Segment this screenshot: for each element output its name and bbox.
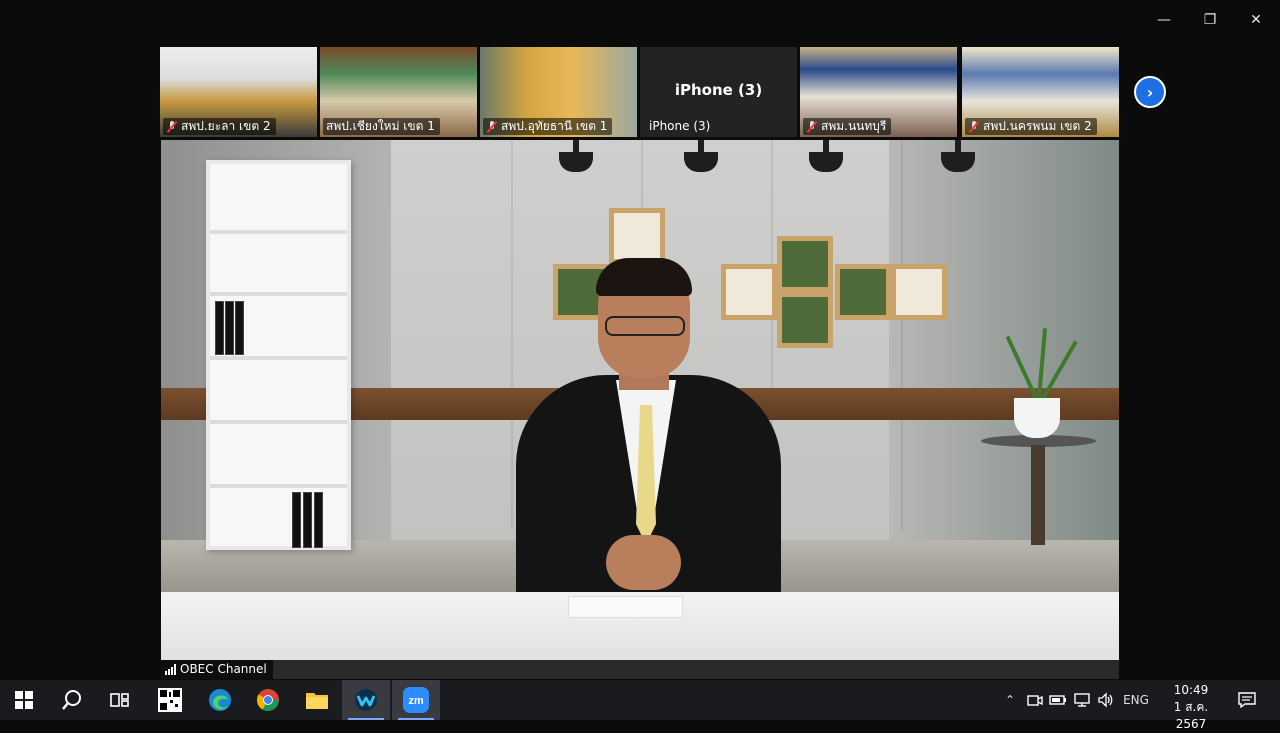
participant-name: สพม.นนทบุรี (821, 119, 887, 133)
taskbar-app-webex[interactable] (342, 680, 390, 720)
wall-shelf (835, 264, 891, 320)
participant-name: iPhone (3) (649, 119, 711, 133)
desk (161, 660, 1119, 679)
chrome-icon (257, 689, 279, 711)
video-background (511, 140, 513, 530)
binder (292, 492, 301, 548)
windows-icon (15, 691, 33, 709)
wall-shelf (777, 236, 833, 292)
qr-code-icon (158, 688, 182, 712)
participant-name-tag: สพป.อุทัยธานี เขต 1 (483, 118, 613, 135)
wall-shelf (777, 292, 833, 348)
taskbar-app-edge[interactable] (196, 680, 244, 720)
speaker (596, 258, 692, 296)
participant-tile[interactable]: สพป.เชียงใหม่ เขต 1 (320, 47, 477, 137)
tray-volume-button[interactable] (1095, 680, 1117, 720)
speaker-icon (1098, 692, 1113, 708)
bookcase (206, 160, 351, 550)
participant-name-tag: สพป.นครพนม เขต 2 (965, 118, 1097, 135)
tray-battery-button[interactable] (1047, 680, 1069, 720)
bookcase-shelf (210, 484, 347, 488)
battery-icon (1049, 695, 1066, 705)
taskbar-app-file-explorer[interactable] (293, 680, 341, 720)
tray-overflow-button[interactable]: ⌃ (1000, 680, 1020, 720)
binder (303, 492, 312, 548)
start-button[interactable] (0, 680, 48, 720)
participant-strip: สพป.ยะลา เขต 2 สพป.เชียงใหม่ เขต 1 สพป.อ… (160, 47, 1119, 137)
task-view-icon (110, 693, 129, 707)
input-language-button[interactable]: ENG (1120, 680, 1152, 720)
video-background (889, 140, 1119, 560)
participant-name: สพป.ยะลา เขต 2 (181, 119, 271, 133)
paper (568, 596, 683, 618)
binder (215, 301, 224, 355)
signal-strength-icon (165, 664, 176, 675)
clock-date: 1 ส.ค. 2567 (1173, 700, 1209, 731)
bookcase-shelf (210, 420, 347, 424)
edge-icon (209, 689, 231, 711)
zoom-window: — ❐ ✕ สพป.ยะลา เขต 2 สพป.เชียงใหม่ เขต 1… (0, 0, 1280, 680)
action-center-button[interactable] (1232, 680, 1262, 720)
participant-name-tag: สพป.ยะลา เขต 2 (163, 118, 276, 135)
minimize-button[interactable]: — (1152, 8, 1176, 32)
speaker (605, 316, 685, 336)
video-background (901, 140, 903, 530)
participant-tile[interactable]: สพป.นครพนม เขต 2 (962, 47, 1119, 137)
bookcase-shelf (210, 356, 347, 360)
webex-icon (355, 689, 377, 711)
participant-name-tag: สพม.นนทบุรี (803, 118, 892, 135)
binder (314, 492, 323, 548)
taskbar-app-qr[interactable] (146, 680, 194, 720)
bookcase-shelf (210, 230, 347, 234)
participant-tile[interactable]: สพป.อุทัยธานี เขต 1 (480, 47, 637, 137)
mic-muted-icon (806, 120, 818, 133)
svg-text:zm: zm (408, 695, 424, 707)
participant-name-tag: สพป.เชียงใหม่ เขต 1 (323, 118, 440, 135)
camera-icon (1027, 695, 1043, 706)
bookcase-shelf (210, 292, 347, 296)
mic-muted-icon (486, 120, 498, 133)
zoom-icon: zm (403, 687, 429, 713)
taskbar-app-zoom[interactable]: zm (392, 680, 440, 720)
taskbar: zm ⌃ ENG (0, 680, 1280, 720)
network-icon (1074, 693, 1090, 707)
speaker-name-tag: OBEC Channel (161, 660, 273, 679)
chevron-right-icon: › (1146, 82, 1154, 102)
participant-tile[interactable]: สพป.ยะลา เขต 2 (160, 47, 317, 137)
taskbar-app-chrome[interactable] (244, 680, 292, 720)
participant-tile[interactable]: สพม.นนทบุรี (800, 47, 957, 137)
participant-name: สพป.เชียงใหม่ เขต 1 (326, 119, 435, 133)
wall-shelf (721, 264, 777, 320)
notification-icon (1238, 692, 1256, 708)
search-button[interactable] (48, 680, 96, 720)
chevron-up-icon: ⌃ (1004, 693, 1016, 707)
next-page-button[interactable]: › (1134, 76, 1166, 108)
participant-display-name: iPhone (3) (674, 81, 763, 99)
speaker (606, 535, 681, 590)
speaker-name: OBEC Channel (180, 662, 267, 676)
binder (235, 301, 244, 355)
tray-network-button[interactable] (1071, 680, 1093, 720)
binder (225, 301, 234, 355)
mic-muted-icon (968, 120, 980, 133)
participant-tile[interactable]: iPhone (3) iPhone (3) (640, 47, 797, 137)
plant-pot (1014, 398, 1060, 438)
close-button[interactable]: ✕ (1244, 8, 1268, 32)
folder-icon (306, 693, 328, 709)
side-table (1031, 445, 1045, 545)
mic-muted-icon (166, 120, 178, 133)
system-clock[interactable]: 10:49 1 ส.ค. 2567 (1158, 682, 1224, 733)
participant-name-tag: iPhone (3) (646, 118, 715, 135)
participant-name: สพป.อุทัยธานี เขต 1 (501, 119, 608, 133)
participant-name: สพป.นครพนม เขต 2 (983, 119, 1092, 133)
wall-shelf (891, 264, 947, 320)
active-speaker-video[interactable] (161, 140, 1119, 679)
task-view-button[interactable] (96, 680, 144, 720)
tray-meet-button[interactable] (1024, 680, 1046, 720)
wall-shelf (609, 208, 665, 264)
restore-button[interactable]: ❐ (1198, 8, 1222, 32)
search-icon (62, 690, 81, 710)
clock-time: 10:49 (1173, 683, 1209, 697)
